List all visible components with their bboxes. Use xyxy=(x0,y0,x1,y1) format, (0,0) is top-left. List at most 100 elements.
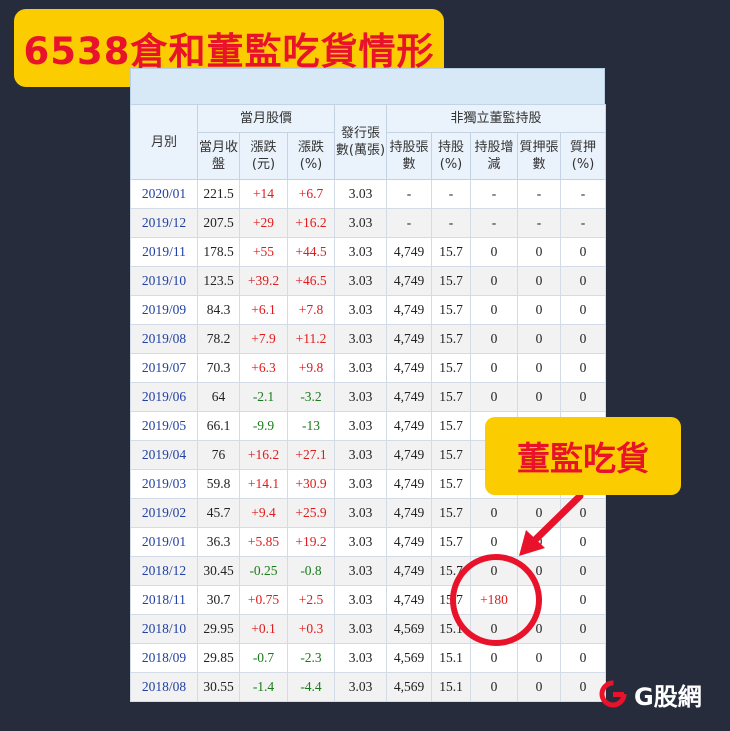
cell-month[interactable]: 2018/12 xyxy=(130,556,198,586)
cell-issued: 3.03 xyxy=(334,179,387,209)
cell-month[interactable]: 2019/03 xyxy=(130,469,198,499)
cell-hold-pct: 15.7 xyxy=(431,382,471,412)
cell-month[interactable]: 2019/09 xyxy=(130,295,198,325)
cell-hold-change: 0 xyxy=(470,672,518,702)
cell-pledge-shares: 0 xyxy=(517,556,561,586)
cell-month[interactable]: 2019/04 xyxy=(130,440,198,470)
cell-change-pct: +27.1 xyxy=(287,440,335,470)
cell-pledge-shares: 0 xyxy=(517,614,561,644)
cell-hold-shares: 4,749 xyxy=(386,585,432,615)
cell-hold-shares: - xyxy=(386,179,432,209)
cell-change-pct: +46.5 xyxy=(287,266,335,296)
table-row: 2019/07 70.3 +6.3 +9.8 3.03 4,749 15.7 0 0 0 xyxy=(130,353,607,383)
cell-hold-change: 0 xyxy=(470,643,518,673)
cell-hold-pct: 15.1 xyxy=(431,643,471,673)
cell-month[interactable]: 2018/10 xyxy=(130,614,198,644)
cell-hold-change: - xyxy=(470,179,518,209)
header-hold-pct: 持股(%) xyxy=(431,132,471,180)
cell-close: 30.45 xyxy=(197,556,240,586)
header-close: 當月收盤 xyxy=(197,132,240,180)
cell-change-amt: +9.4 xyxy=(239,498,288,528)
header-hold-change: 持股增減 xyxy=(470,132,518,180)
cell-month[interactable]: 2020/01 xyxy=(130,179,198,209)
cell-close: 76 xyxy=(197,440,240,470)
cell-month[interactable]: 2019/02 xyxy=(130,498,198,528)
cell-hold-pct: - xyxy=(431,208,471,238)
holdings-table: 月別 當月股價 發行張數(萬張) 非獨立董監持股 當月收盤 漲跌(元) 漲跌(%… xyxy=(130,104,607,702)
cell-close: 178.5 xyxy=(197,237,240,267)
cell-change-pct: +16.2 xyxy=(287,208,335,238)
cell-hold-shares: 4,749 xyxy=(386,469,432,499)
cell-issued: 3.03 xyxy=(334,237,387,267)
cell-hold-change: 0 xyxy=(470,498,518,528)
cell-pledge-shares: 0 xyxy=(517,353,561,383)
cell-pledge-pct: 0 xyxy=(559,237,607,267)
cell-pledge-shares: 0 xyxy=(517,643,561,673)
cell-issued: 3.03 xyxy=(334,382,387,412)
table-row: 2018/11 30.7 +0.75 +2.5 3.03 4,749 15.7 +180 0 0 xyxy=(130,585,607,615)
cell-close: 29.85 xyxy=(197,643,240,673)
cell-change-pct: +9.8 xyxy=(287,353,335,383)
cell-hold-shares: 4,749 xyxy=(386,237,432,267)
cell-pledge-pct: - xyxy=(559,208,607,238)
cell-pledge-pct: 0 xyxy=(559,643,607,673)
cell-month[interactable]: 2018/11 xyxy=(130,585,198,615)
cell-hold-change: 0 xyxy=(470,266,518,296)
cell-month[interactable]: 2018/09 xyxy=(130,643,198,673)
table-row: 2019/06 64 -2.1 -3.2 3.03 4,749 15.7 0 0 0 xyxy=(130,382,607,412)
cell-pledge-shares: 0 xyxy=(517,527,561,557)
cell-hold-change: 0 xyxy=(470,556,518,586)
cell-hold-shares: 4,749 xyxy=(386,382,432,412)
table-row: 2019/08 78.2 +7.9 +11.2 3.03 4,749 15.7 0 0 0 xyxy=(130,324,607,354)
cell-hold-pct: 15.7 xyxy=(431,527,471,557)
cell-hold-shares: 4,749 xyxy=(386,266,432,296)
callout-label: 董監吃貨 xyxy=(517,439,649,478)
cell-change-pct: -4.4 xyxy=(287,672,335,702)
g-logo-icon xyxy=(599,680,627,708)
cell-month[interactable]: 2019/10 xyxy=(130,266,198,296)
cell-close: 78.2 xyxy=(197,324,240,354)
cell-hold-pct: - xyxy=(431,179,471,209)
cell-pledge-shares: 0 xyxy=(517,295,561,325)
table-top-bar xyxy=(130,68,605,104)
table-row: 2018/12 30.45 -0.25 -0.8 3.03 4,749 15.7 0 0 0 xyxy=(130,556,607,586)
cell-month[interactable]: 2019/01 xyxy=(130,527,198,557)
cell-pledge-pct: 0 xyxy=(559,527,607,557)
cell-hold-pct: 15.7 xyxy=(431,295,471,325)
brand-logo: G股網 xyxy=(598,676,702,712)
cell-month[interactable]: 2019/05 xyxy=(130,411,198,441)
cell-hold-shares: 4,749 xyxy=(386,324,432,354)
cell-hold-change: 0 xyxy=(470,527,518,557)
cell-close: 84.3 xyxy=(197,295,240,325)
cell-hold-change: 0 xyxy=(470,324,518,354)
cell-month[interactable]: 2019/07 xyxy=(130,353,198,383)
cell-pledge-pct: 0 xyxy=(559,295,607,325)
header-change-amt: 漲跌(元) xyxy=(239,132,288,180)
cell-issued: 3.03 xyxy=(334,527,387,557)
cell-issued: 3.03 xyxy=(334,295,387,325)
cell-issued: 3.03 xyxy=(334,324,387,354)
cell-month[interactable]: 2019/08 xyxy=(130,324,198,354)
cell-hold-change: 0 xyxy=(470,353,518,383)
cell-hold-change: - xyxy=(470,208,518,238)
cell-month[interactable]: 2019/11 xyxy=(130,237,198,267)
cell-close: 66.1 xyxy=(197,411,240,441)
cell-month[interactable]: 2019/12 xyxy=(130,208,198,238)
cell-change-amt: -0.25 xyxy=(239,556,288,586)
table-row: 2020/01 221.5 +14 +6.7 3.03- - - - - xyxy=(130,179,607,209)
table-row: 2019/02 45.7 +9.4 +25.9 3.03 4,749 15.7 0 0 0 xyxy=(130,498,607,528)
cell-change-amt: +16.2 xyxy=(239,440,288,470)
cell-close: 30.7 xyxy=(197,585,240,615)
cell-change-pct: +30.9 xyxy=(287,469,335,499)
cell-pledge-pct: 0 xyxy=(559,382,607,412)
cell-change-pct: -0.8 xyxy=(287,556,335,586)
cell-change-amt: +6.1 xyxy=(239,295,288,325)
cell-month[interactable]: 2019/06 xyxy=(130,382,198,412)
cell-hold-shares: 4,749 xyxy=(386,498,432,528)
cell-hold-shares: 4,749 xyxy=(386,527,432,557)
table-row: 2019/10 123.5 +39.2 +46.5 3.03 4,749 15.7 0 0 0 xyxy=(130,266,607,296)
table-row: 2018/09 29.85 -0.7 -2.3 3.03 4,569 15.1 0 0 0 xyxy=(130,643,607,673)
cell-hold-change: 0 xyxy=(470,614,518,644)
holdings-table-panel: 月別 當月股價 發行張數(萬張) 非獨立董監持股 當月收盤 漲跌(元) 漲跌(%… xyxy=(130,68,607,702)
cell-month[interactable]: 2018/08 xyxy=(130,672,198,702)
